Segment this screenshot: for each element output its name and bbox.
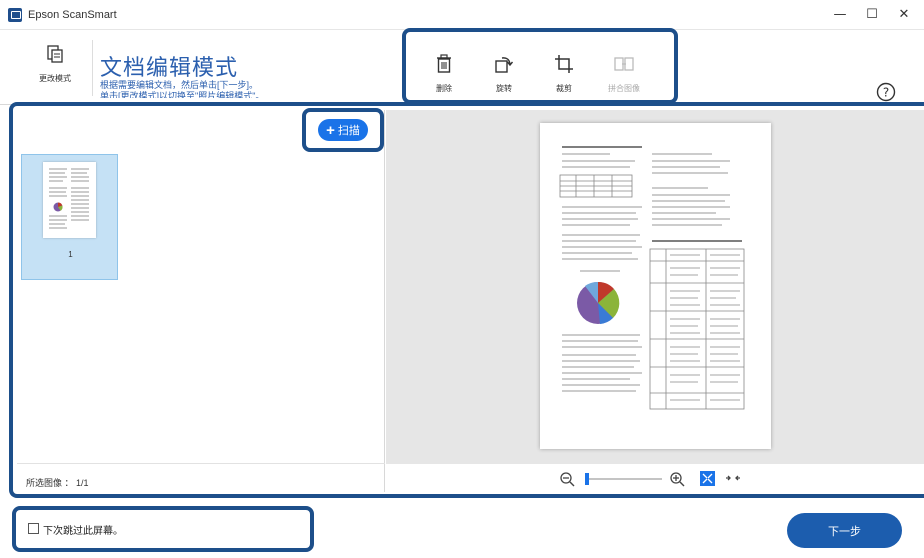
skip-screen-label: 下次跳过此屏幕。	[43, 526, 123, 537]
change-mode-icon	[47, 45, 63, 63]
stitch-images-label: 拼合图像	[608, 84, 640, 93]
crop-label: 裁剪	[556, 84, 572, 93]
left-pane-divider	[17, 463, 385, 464]
delete-label: 删除	[436, 84, 452, 93]
rotate-label: 旋转	[496, 84, 512, 93]
app-logo-icon	[8, 8, 22, 22]
title-bar: Epson ScanSmart — ☐ ✕	[0, 0, 924, 30]
rotate-icon	[495, 57, 514, 73]
document-preview-graphic	[559, 146, 745, 410]
thumbnail-number: 1	[68, 250, 73, 259]
thumbnail-item[interactable]: 1	[21, 154, 118, 280]
scan-button[interactable]: + 扫描	[318, 119, 368, 141]
document-preview	[540, 123, 771, 449]
delete-button[interactable]: 删除	[419, 54, 469, 94]
edit-toolbar: 删除 旋转 裁剪 拼合图像	[402, 28, 678, 104]
fit-to-window-icon	[700, 471, 715, 486]
stitch-images-button[interactable]: 拼合图像	[599, 54, 649, 94]
zoom-controls-graphic	[560, 471, 740, 487]
rotate-button[interactable]: 旋转	[479, 54, 529, 94]
skip-screen-checkbox[interactable]	[28, 523, 39, 534]
actual-size-icon	[726, 475, 740, 481]
selected-image-count: 所选图像 ： 1/1	[26, 478, 89, 488]
scan-label: 扫描	[337, 125, 360, 137]
close-button[interactable]: ✕	[896, 8, 912, 22]
help-icon: ?	[876, 82, 896, 102]
window-title: Epson ScanSmart	[28, 9, 117, 21]
thumbnail-image	[43, 162, 96, 238]
zoom-slider	[585, 473, 662, 485]
zoom-bar	[386, 464, 924, 494]
app-window: Epson ScanSmart — ☐ ✕ 更改模式 文档编辑模式 根据需要编辑…	[0, 0, 924, 558]
stitch-icon	[614, 57, 634, 71]
next-button[interactable]: 下一步	[787, 513, 902, 548]
plus-icon: +	[326, 121, 335, 139]
zoom-in-icon	[670, 472, 685, 487]
zoom-out-icon	[560, 472, 575, 487]
svg-text:?: ?	[883, 86, 889, 100]
maximize-button[interactable]: ☐	[864, 8, 880, 22]
trash-icon	[437, 54, 451, 73]
crop-button[interactable]: 裁剪	[539, 54, 589, 94]
crop-icon	[555, 55, 573, 73]
header-divider	[92, 40, 93, 96]
page-description-line2: 单击[更改模式]以切换至"照片编辑模式"。	[100, 91, 265, 98]
change-mode-label: 更改模式	[39, 74, 71, 83]
minimize-button[interactable]: —	[832, 8, 848, 22]
thumbnail-document-graphic	[49, 168, 89, 229]
change-mode-button[interactable]: 更改模式	[30, 44, 80, 96]
